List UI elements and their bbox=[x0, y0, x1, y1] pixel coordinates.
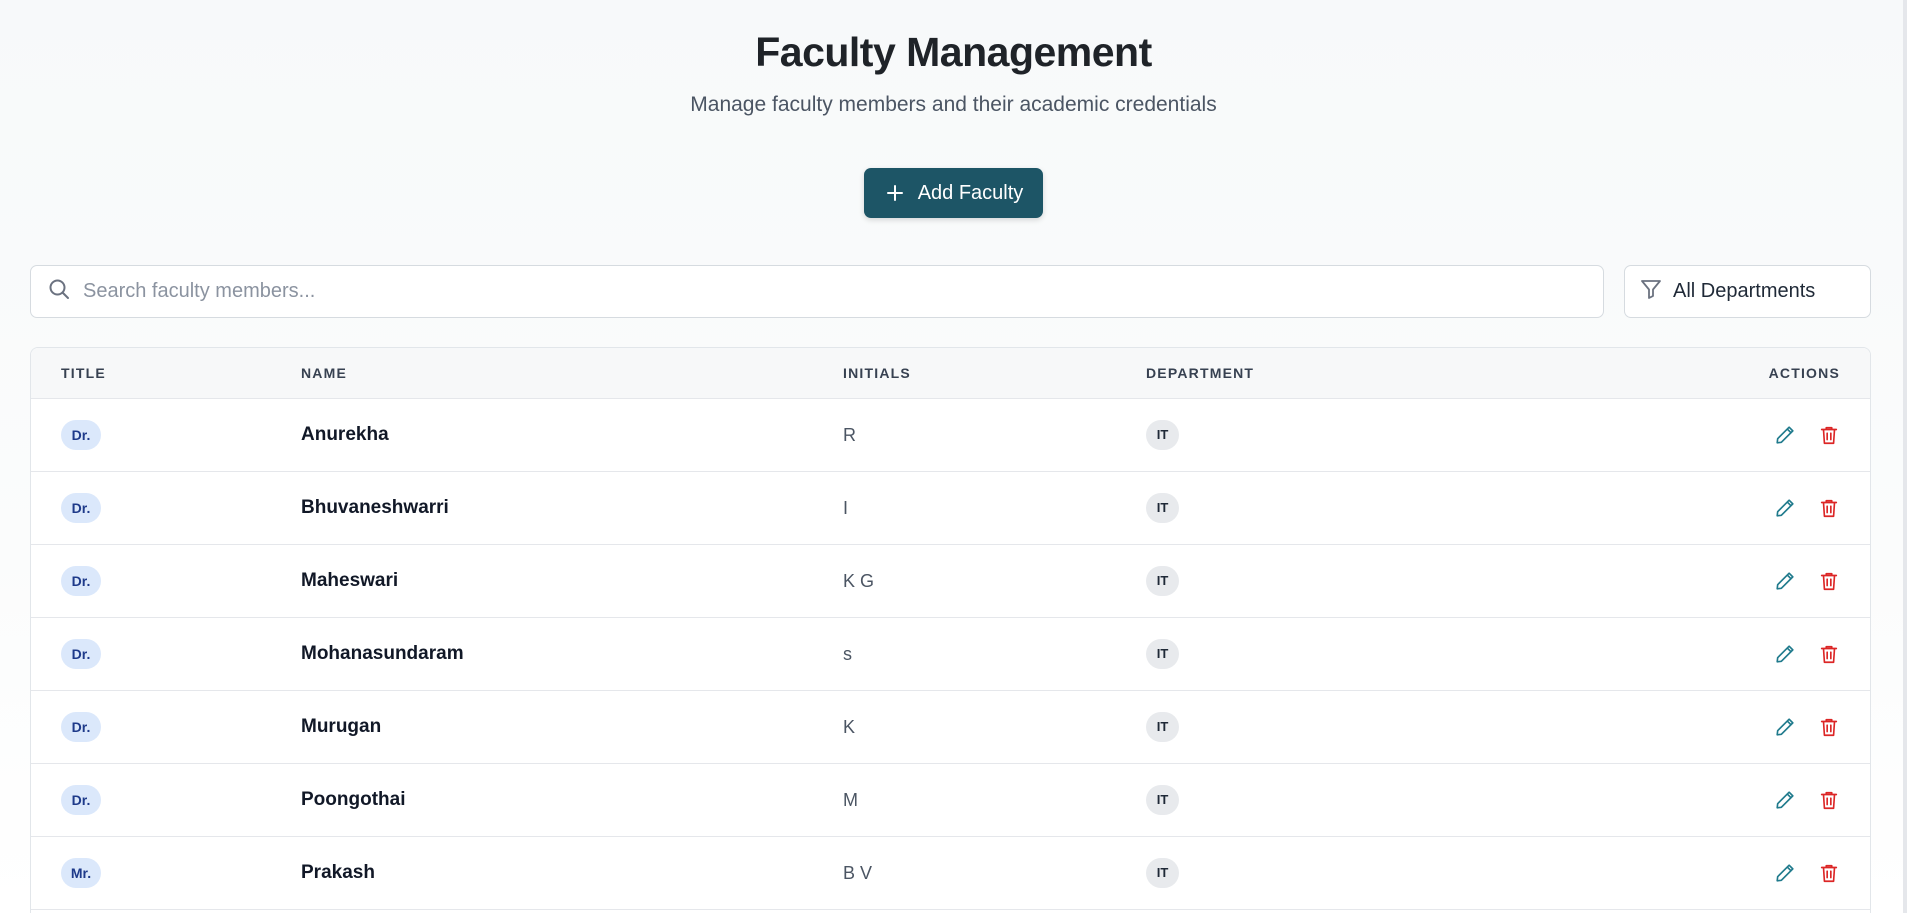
column-header-department[interactable]: DEPARTMENT bbox=[1146, 365, 1680, 381]
add-faculty-label: Add Faculty bbox=[917, 181, 1024, 204]
faculty-initials: s bbox=[843, 643, 852, 664]
faculty-name: Prakash bbox=[301, 862, 375, 883]
search-icon bbox=[47, 277, 71, 306]
faculty-name: Bhuvaneshwarri bbox=[301, 497, 449, 518]
faculty-initials: R bbox=[843, 424, 856, 445]
edit-icon[interactable] bbox=[1774, 789, 1796, 811]
edit-icon[interactable] bbox=[1774, 716, 1796, 738]
table-row[interactable]: Dr. Poongothai M IT bbox=[31, 764, 1870, 837]
edit-icon[interactable] bbox=[1774, 570, 1796, 592]
faculty-name: Mohanasundaram bbox=[301, 643, 464, 664]
row-actions bbox=[1680, 497, 1870, 519]
department-filter-value: All Departments bbox=[1673, 280, 1816, 302]
table-row[interactable]: Dr. Anurekha R IT bbox=[31, 399, 1870, 472]
title-badge: Mr. bbox=[61, 858, 101, 888]
faculty-page: Faculty Management Manage faculty member… bbox=[0, 0, 1907, 913]
faculty-name: Murugan bbox=[301, 716, 382, 737]
table-row[interactable]: Mr. Prakash B V IT bbox=[31, 837, 1870, 910]
edit-icon[interactable] bbox=[1774, 424, 1796, 446]
column-header-name[interactable]: NAME bbox=[301, 365, 843, 381]
column-header-actions: ACTIONS bbox=[1768, 365, 1840, 381]
faculty-initials: M bbox=[843, 789, 858, 810]
faculty-table: TITLE NAME INITIALS DEPARTMENT ACTIONS D… bbox=[30, 347, 1871, 913]
add-faculty-button[interactable]: Add Faculty bbox=[863, 168, 1044, 218]
title-badge: Dr. bbox=[61, 639, 101, 669]
scrollbar[interactable] bbox=[1903, 0, 1907, 913]
column-header-initials[interactable]: INITIALS bbox=[843, 365, 1146, 381]
row-actions bbox=[1680, 643, 1870, 665]
delete-icon[interactable] bbox=[1818, 862, 1840, 884]
title-badge: Dr. bbox=[61, 493, 101, 523]
table-row[interactable]: Dr. Mohanasundaram s IT bbox=[31, 618, 1870, 691]
table-body: Dr. Anurekha R IT Dr. Bhuvaneshwarri I I… bbox=[31, 399, 1870, 910]
row-actions bbox=[1680, 862, 1870, 884]
faculty-name: Anurekha bbox=[301, 424, 389, 445]
title-badge: Dr. bbox=[61, 785, 101, 815]
table-row[interactable]: Dr. Bhuvaneshwarri I IT bbox=[31, 472, 1870, 545]
add-button-wrap: Add Faculty bbox=[0, 168, 1907, 218]
search-input[interactable] bbox=[83, 266, 1603, 317]
department-badge: IT bbox=[1146, 420, 1179, 450]
plus-icon bbox=[886, 184, 904, 202]
search-box[interactable] bbox=[30, 265, 1604, 318]
department-badge: IT bbox=[1146, 858, 1179, 888]
faculty-initials: K bbox=[843, 716, 856, 737]
faculty-name: Poongothai bbox=[301, 789, 406, 810]
table-row[interactable]: Dr. Maheswari K G IT bbox=[31, 545, 1870, 618]
faculty-name: Maheswari bbox=[301, 570, 399, 591]
edit-icon[interactable] bbox=[1774, 497, 1796, 519]
faculty-initials: K G bbox=[843, 570, 875, 591]
edit-icon[interactable] bbox=[1774, 643, 1796, 665]
delete-icon[interactable] bbox=[1818, 497, 1840, 519]
table-header: TITLE NAME INITIALS DEPARTMENT ACTIONS bbox=[31, 348, 1870, 399]
page-header: Faculty Management Manage faculty member… bbox=[0, 0, 1907, 118]
department-badge: IT bbox=[1146, 712, 1179, 742]
row-actions bbox=[1680, 424, 1870, 446]
filter-icon bbox=[1639, 277, 1663, 307]
department-filter-select[interactable]: All Departments bbox=[1624, 265, 1871, 318]
row-actions bbox=[1680, 789, 1870, 811]
delete-icon[interactable] bbox=[1818, 716, 1840, 738]
faculty-initials: I bbox=[843, 497, 849, 518]
table-row[interactable]: Dr. Murugan K IT bbox=[31, 691, 1870, 764]
department-badge: IT bbox=[1146, 639, 1179, 669]
row-actions bbox=[1680, 570, 1870, 592]
page-title: Faculty Management bbox=[755, 29, 1152, 75]
delete-icon[interactable] bbox=[1818, 424, 1840, 446]
title-badge: Dr. bbox=[61, 712, 101, 742]
title-badge: Dr. bbox=[61, 566, 101, 596]
delete-icon[interactable] bbox=[1818, 789, 1840, 811]
delete-icon[interactable] bbox=[1818, 570, 1840, 592]
department-badge: IT bbox=[1146, 785, 1179, 815]
department-badge: IT bbox=[1146, 493, 1179, 523]
page-subtitle: Manage faculty members and their academi… bbox=[690, 93, 1217, 116]
title-badge: Dr. bbox=[61, 420, 101, 450]
faculty-initials: B V bbox=[843, 862, 873, 883]
row-actions bbox=[1680, 716, 1870, 738]
department-badge: IT bbox=[1146, 566, 1179, 596]
filter-bar: All Departments bbox=[30, 265, 1871, 318]
edit-icon[interactable] bbox=[1774, 862, 1796, 884]
delete-icon[interactable] bbox=[1818, 643, 1840, 665]
column-header-title[interactable]: TITLE bbox=[31, 365, 301, 381]
